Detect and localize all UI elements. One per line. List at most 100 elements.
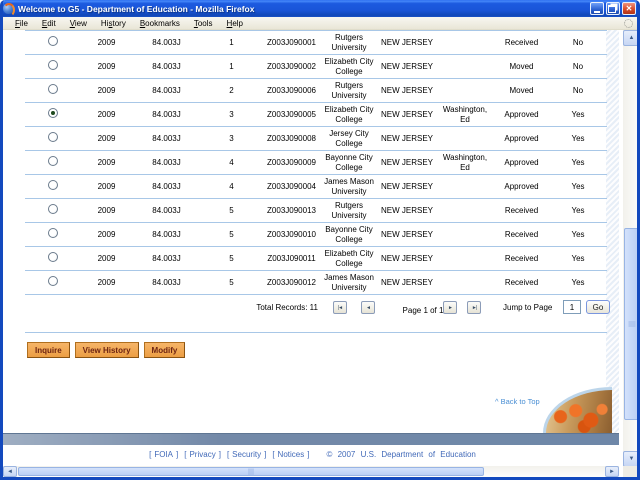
action-buttons: Inquire View History Modify bbox=[27, 342, 185, 358]
menu-item-edit[interactable]: Edit bbox=[35, 19, 63, 28]
cell-state: NEW JERSEY bbox=[378, 271, 436, 295]
cell-flag: Yes bbox=[549, 151, 607, 175]
jump-to-page-input[interactable] bbox=[563, 300, 581, 314]
row-radio[interactable] bbox=[48, 180, 58, 190]
view-history-button[interactable]: View History bbox=[75, 342, 139, 358]
cell-contact bbox=[436, 31, 494, 55]
cell-status: Received bbox=[494, 31, 549, 55]
cell-number: 1 bbox=[200, 31, 263, 55]
scroll-right-button[interactable]: ► bbox=[605, 466, 619, 477]
minimize-button[interactable] bbox=[590, 2, 604, 15]
row-radio[interactable] bbox=[48, 276, 58, 286]
decorative-bar bbox=[3, 433, 619, 445]
cell-college: James Mason University bbox=[320, 271, 378, 295]
cell-state: NEW JERSEY bbox=[378, 31, 436, 55]
menu-item-bookmarks[interactable]: Bookmarks bbox=[133, 19, 187, 28]
cell-status: Approved bbox=[494, 175, 549, 199]
cell-cfda: 84.003J bbox=[133, 199, 200, 223]
cell-year: 2009 bbox=[80, 79, 133, 103]
menu-item-tools[interactable]: Tools bbox=[187, 19, 220, 28]
row-radio[interactable] bbox=[48, 108, 58, 118]
close-button[interactable]: ✕ bbox=[622, 2, 636, 15]
stripe-pattern bbox=[606, 30, 619, 433]
cell-college: Bayonne City College bbox=[320, 151, 378, 175]
cell-select bbox=[25, 271, 80, 295]
menu-item-view[interactable]: View bbox=[63, 19, 94, 28]
previous-page-button[interactable]: ◄ bbox=[361, 301, 375, 314]
jump-to-page-label: Jump to Page bbox=[503, 303, 561, 312]
scroll-left-button[interactable]: ◄ bbox=[3, 466, 17, 477]
vertical-scrollbar[interactable]: ▲ ▼ bbox=[623, 30, 640, 467]
row-radio[interactable] bbox=[48, 204, 58, 214]
cell-year: 2009 bbox=[80, 271, 133, 295]
cell-contact bbox=[436, 223, 494, 247]
row-radio[interactable] bbox=[48, 252, 58, 262]
cell-select bbox=[25, 223, 80, 247]
row-radio[interactable] bbox=[48, 84, 58, 94]
restore-button[interactable] bbox=[606, 2, 620, 15]
vertical-scroll-thumb[interactable] bbox=[624, 228, 639, 420]
cell-contact bbox=[436, 247, 494, 271]
cell-status: Received bbox=[494, 199, 549, 223]
cell-year: 2009 bbox=[80, 247, 133, 271]
cell-app-number: Z003J090008 bbox=[263, 127, 320, 151]
horizontal-scroll-thumb[interactable] bbox=[18, 467, 484, 476]
cell-status: Approved bbox=[494, 151, 549, 175]
next-page-button[interactable]: ► bbox=[443, 301, 457, 314]
go-button[interactable]: Go bbox=[586, 300, 610, 314]
cell-cfda: 84.003J bbox=[133, 223, 200, 247]
cell-cfda: 84.003J bbox=[133, 55, 200, 79]
row-radio[interactable] bbox=[48, 36, 58, 46]
horizontal-scrollbar[interactable]: ◄ ► bbox=[3, 466, 619, 477]
row-radio[interactable] bbox=[48, 132, 58, 142]
cell-select bbox=[25, 199, 80, 223]
row-radio[interactable] bbox=[48, 228, 58, 238]
cell-app-number: Z003J090006 bbox=[263, 79, 320, 103]
cell-year: 2009 bbox=[80, 55, 133, 79]
footer-link-wrap: [FOIA] bbox=[149, 450, 178, 459]
last-page-button[interactable]: ►| bbox=[467, 301, 481, 314]
cell-select bbox=[25, 31, 80, 55]
table-row: 2009 84.003J 3 Z003J090008 Jersey City C… bbox=[25, 127, 607, 151]
row-radio[interactable] bbox=[48, 156, 58, 166]
cell-year: 2009 bbox=[80, 31, 133, 55]
cell-select bbox=[25, 151, 80, 175]
scroll-down-button[interactable]: ▼ bbox=[623, 451, 640, 467]
cell-cfda: 84.003J bbox=[133, 79, 200, 103]
cell-cfda: 84.003J bbox=[133, 31, 200, 55]
scrollbar-corner bbox=[623, 466, 640, 477]
cell-status: Moved bbox=[494, 79, 549, 103]
cell-app-number: Z003J090011 bbox=[263, 247, 320, 271]
cell-year: 2009 bbox=[80, 151, 133, 175]
table-row: 2009 84.003J 5 Z003J090011 Elizabeth Cit… bbox=[25, 247, 607, 271]
cell-number: 5 bbox=[200, 199, 263, 223]
footer-link-security[interactable]: Security bbox=[232, 450, 261, 459]
cell-status: Moved bbox=[494, 55, 549, 79]
cell-status: Approved bbox=[494, 103, 549, 127]
cell-cfda: 84.003J bbox=[133, 175, 200, 199]
cell-flag: Yes bbox=[549, 247, 607, 271]
back-to-top-link[interactable]: ^ Back to Top bbox=[495, 397, 540, 406]
results-table: 2009 84.003J 1 Z003J090001 Rutgers Unive… bbox=[25, 30, 607, 295]
first-page-button[interactable]: |◄ bbox=[333, 301, 347, 314]
menu-item-file[interactable]: File bbox=[8, 19, 35, 28]
table-row: 2009 84.003J 1 Z003J090001 Rutgers Unive… bbox=[25, 31, 607, 55]
title-bar[interactable]: Welcome to G5 - Department of Education … bbox=[0, 0, 640, 17]
cell-state: NEW JERSEY bbox=[378, 103, 436, 127]
row-radio[interactable] bbox=[48, 60, 58, 70]
cell-contact: Washington, Ed bbox=[436, 151, 494, 175]
modify-button[interactable]: Modify bbox=[144, 342, 186, 358]
menu-item-help[interactable]: Help bbox=[220, 19, 250, 28]
inquire-button[interactable]: Inquire bbox=[27, 342, 70, 358]
footer-link-foia[interactable]: FOIA bbox=[154, 450, 173, 459]
cell-flag: No bbox=[549, 31, 607, 55]
footer-link-notices[interactable]: Notices bbox=[278, 450, 305, 459]
scroll-up-button[interactable]: ▲ bbox=[623, 30, 640, 46]
menu-item-history[interactable]: History bbox=[94, 19, 133, 28]
cell-college: James Mason University bbox=[320, 175, 378, 199]
window-title: Welcome to G5 - Department of Education … bbox=[18, 4, 590, 14]
cell-cfda: 84.003J bbox=[133, 127, 200, 151]
cell-cfda: 84.003J bbox=[133, 247, 200, 271]
cell-college: Jersey City College bbox=[320, 127, 378, 151]
footer-link-privacy[interactable]: Privacy bbox=[189, 450, 215, 459]
